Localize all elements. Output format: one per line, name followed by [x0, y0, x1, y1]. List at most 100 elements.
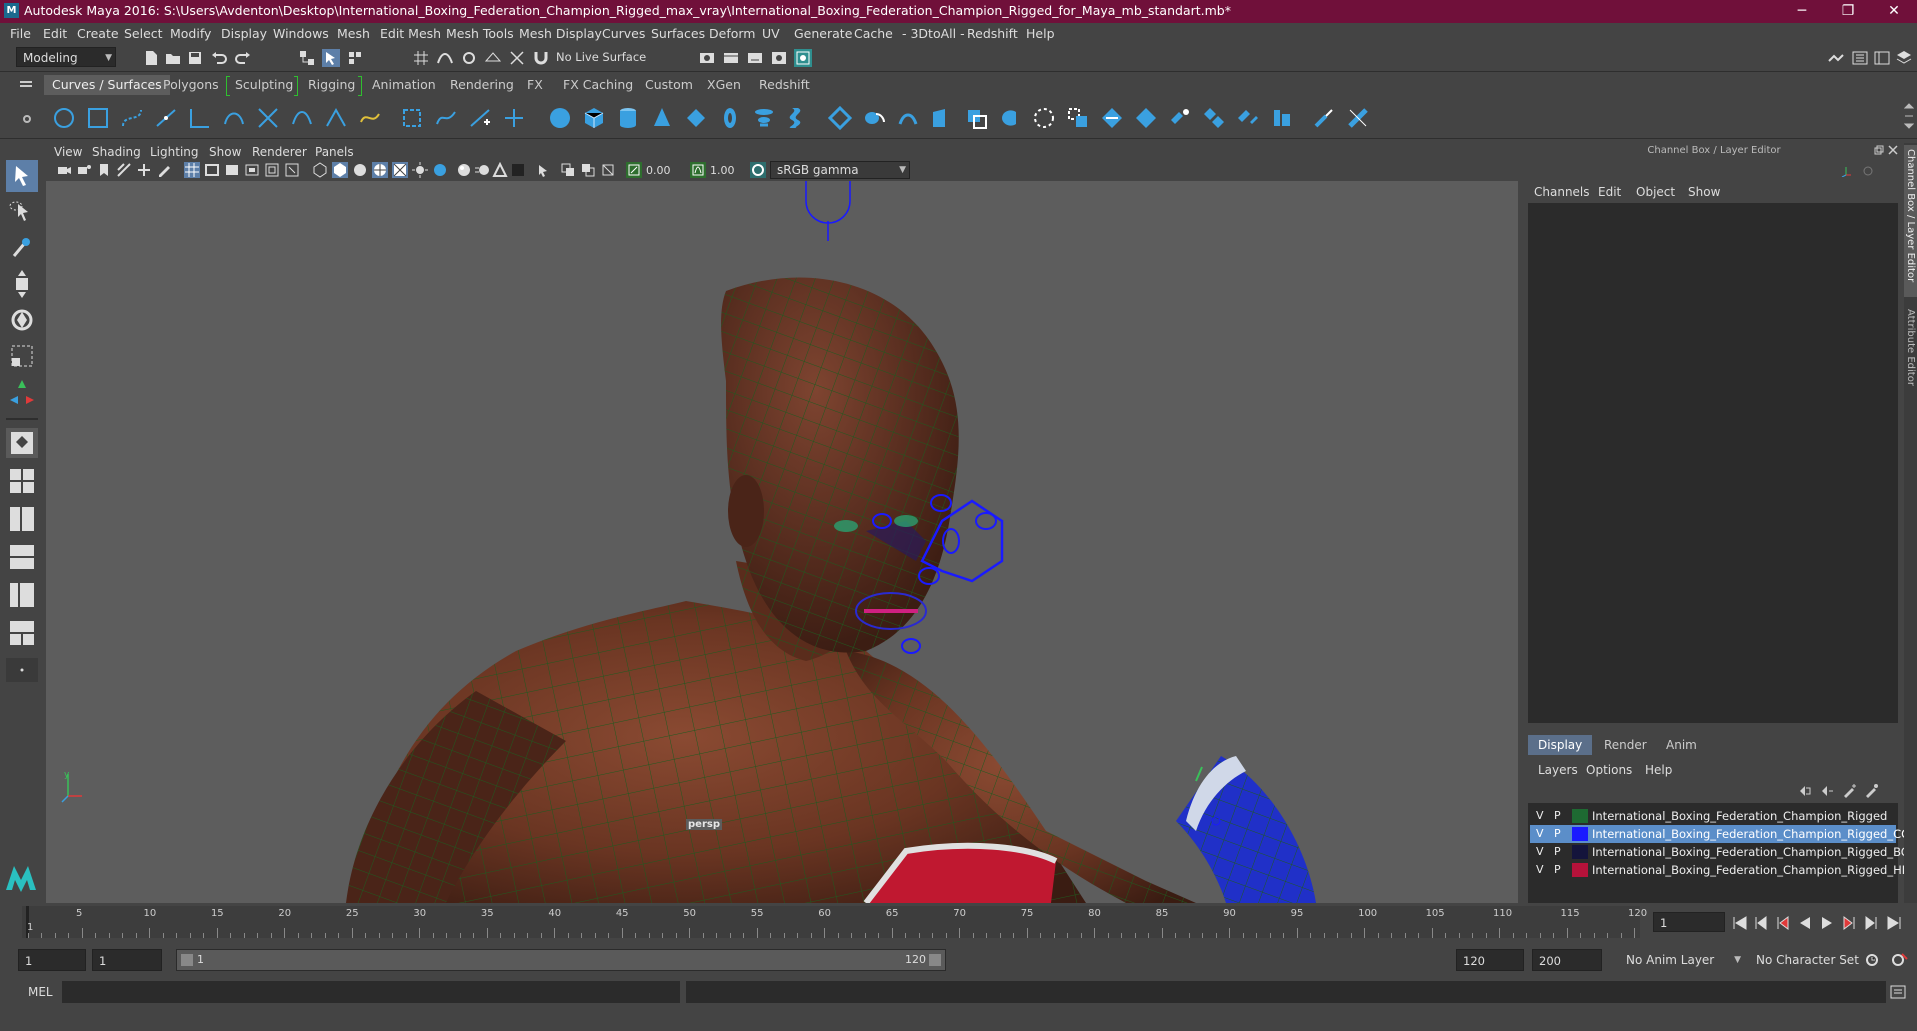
grid-toggle-icon[interactable]	[184, 162, 200, 178]
single-perspective-layout-icon[interactable]	[6, 428, 38, 458]
layer-color-swatch[interactable]	[1572, 845, 1588, 859]
nurbs-plane-icon[interactable]	[684, 106, 708, 130]
range-slider[interactable]: 1 120	[176, 949, 946, 971]
attach-curves-icon[interactable]	[256, 106, 280, 130]
menu-edit[interactable]: Edit	[43, 26, 67, 41]
layer-playback-toggle[interactable]: P	[1554, 809, 1561, 822]
layer-color-swatch[interactable]	[1572, 863, 1588, 877]
tab-display-layers[interactable]: Display	[1528, 735, 1593, 755]
image-plane-icon[interactable]	[116, 162, 132, 178]
channels-menu-object[interactable]: Object	[1636, 185, 1675, 199]
paint-select-tool-icon[interactable]	[6, 232, 38, 264]
menu-redshift[interactable]: Redshift	[967, 26, 1018, 41]
step-back-key-icon[interactable]	[1755, 916, 1767, 930]
snap-grid-icon[interactable]	[412, 49, 430, 67]
layer-visibility-toggle[interactable]: V	[1536, 827, 1544, 840]
channels-menu-show[interactable]: Show	[1688, 185, 1720, 199]
redo-icon[interactable]	[234, 49, 252, 67]
layer-color-swatch[interactable]	[1572, 827, 1588, 841]
loft-icon[interactable]	[786, 106, 810, 130]
tab-custom[interactable]: Custom	[637, 75, 701, 95]
play-forwards-icon[interactable]	[1822, 917, 1832, 929]
menu-surfaces[interactable]: Surfaces	[651, 26, 705, 41]
menu-uv[interactable]: UV	[762, 26, 780, 41]
go-to-end-icon[interactable]	[1887, 916, 1901, 930]
extend-curve-icon[interactable]	[358, 106, 382, 130]
tab-fx-caching[interactable]: FX Caching	[555, 75, 641, 95]
lasso-tool-icon[interactable]	[6, 196, 38, 228]
screen-space-ao-icon[interactable]	[456, 162, 472, 178]
select-object-icon[interactable]	[322, 49, 340, 67]
channel-box-options-icon[interactable]	[1862, 165, 1874, 177]
exposure-icon[interactable]	[626, 162, 642, 178]
xray-icon[interactable]	[560, 162, 576, 178]
persp-outliner-layout-icon[interactable]	[6, 504, 38, 534]
isolate-select-icon[interactable]	[536, 162, 552, 178]
anim-layer-dropdown[interactable]: No Anim Layer ▼	[1620, 949, 1744, 971]
viewport-menu-view[interactable]: View	[54, 145, 82, 159]
tab-anim-layers[interactable]: Anim	[1656, 735, 1707, 755]
viewport-menu-show[interactable]: Show	[209, 145, 241, 159]
channel-list[interactable]	[1528, 203, 1898, 723]
ipr-render-icon[interactable]	[722, 49, 740, 67]
channel-box-toggle-icon[interactable]	[1895, 49, 1913, 67]
wireframe-on-shaded-icon[interactable]	[372, 162, 388, 178]
tab-xgen[interactable]: XGen	[699, 75, 749, 95]
layer-visibility-toggle[interactable]: V	[1536, 863, 1544, 876]
hypershade-icon[interactable]	[770, 49, 788, 67]
axis-gizmo-icon[interactable]	[1840, 165, 1852, 177]
curve-editing-tool-icon[interactable]	[502, 106, 526, 130]
menu-edit-mesh[interactable]: Edit Mesh	[380, 26, 441, 41]
float-panel-icon[interactable]	[1874, 145, 1884, 155]
menu-help[interactable]: Help	[1026, 26, 1055, 41]
tab-curves-surfaces[interactable]: Curves / Surfaces	[44, 75, 170, 95]
xray-components-icon[interactable]	[600, 162, 616, 178]
menu-select[interactable]: Select	[124, 26, 163, 41]
character-set-dropdown[interactable]: No Character Set	[1750, 949, 1860, 971]
layer-playback-toggle[interactable]: P	[1554, 863, 1561, 876]
shelf-menu-icon[interactable]	[20, 80, 32, 90]
layers-menu-options[interactable]: Options	[1586, 763, 1632, 777]
close-panel-icon[interactable]	[1888, 145, 1898, 155]
nurbs-cone-icon[interactable]	[650, 106, 674, 130]
rebuild-curve-icon[interactable]	[434, 106, 458, 130]
snap-view-plane-icon[interactable]	[484, 49, 502, 67]
snap-curve-icon[interactable]	[436, 49, 454, 67]
tab-animation[interactable]: Animation	[364, 75, 444, 95]
render-frame-icon[interactable]	[698, 49, 716, 67]
menu-modify[interactable]: Modify	[170, 26, 211, 41]
use-all-lights-icon[interactable]	[412, 162, 428, 178]
detach-surfaces-icon[interactable]	[1202, 106, 1226, 130]
animation-preferences-icon[interactable]	[1890, 952, 1908, 968]
channels-menu-channels[interactable]: Channels	[1534, 185, 1590, 199]
birail-icon[interactable]	[896, 106, 920, 130]
exposure-value[interactable]: 0.00	[646, 164, 684, 177]
render-settings-icon[interactable]	[746, 49, 764, 67]
wireframe-icon[interactable]	[312, 162, 328, 178]
project-curve-icon[interactable]	[1032, 106, 1056, 130]
channels-menu-edit[interactable]: Edit	[1598, 185, 1621, 199]
layer-row[interactable]: V P International_Boxing_Federation_Cham…	[1530, 807, 1896, 825]
tab-polygons[interactable]: Polygons	[155, 75, 227, 95]
insert-knot-icon[interactable]	[324, 106, 348, 130]
xray-joints-icon[interactable]	[580, 162, 596, 178]
side-tab-channel-box[interactable]: Channel Box / Layer Editor	[1904, 145, 1917, 297]
new-scene-icon[interactable]	[142, 49, 160, 67]
persp-graph-layout-icon[interactable]	[6, 542, 38, 572]
layer-row[interactable]: V P International_Boxing_Federation_Cham…	[1530, 861, 1912, 879]
step-forward-key-icon[interactable]	[1865, 916, 1877, 930]
minimize-button[interactable]: ─	[1779, 0, 1825, 23]
revolve-icon[interactable]	[752, 106, 776, 130]
new-layer-icon[interactable]	[1842, 784, 1856, 798]
cv-curve-tool-icon[interactable]	[120, 106, 144, 130]
step-forward-frame-icon[interactable]	[1843, 916, 1855, 930]
layers-menu-layers[interactable]: Layers	[1538, 763, 1578, 777]
pencil-curve-tool-icon[interactable]	[188, 106, 212, 130]
side-tab-attribute-editor[interactable]: Attribute Editor	[1904, 305, 1917, 405]
tab-redshift[interactable]: Redshift	[751, 75, 818, 95]
boundary-icon[interactable]	[930, 106, 954, 130]
move-layer-up-icon[interactable]	[1798, 784, 1812, 798]
shadows-icon[interactable]	[432, 162, 448, 178]
open-scene-icon[interactable]	[164, 49, 182, 67]
nurbs-cylinder-icon[interactable]	[616, 106, 640, 130]
